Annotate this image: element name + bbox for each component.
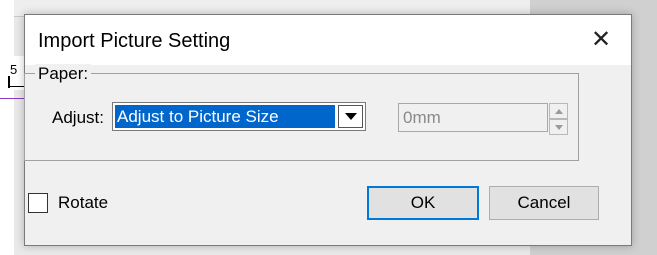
adjust-dropdown[interactable]: Adjust to Picture Size <box>112 102 366 131</box>
ok-button[interactable]: OK <box>367 186 479 220</box>
spin-up-icon[interactable] <box>549 103 568 119</box>
ruler-base-line <box>8 86 24 87</box>
background-app-left <box>0 0 14 255</box>
spin-down-icon[interactable] <box>549 119 568 135</box>
dialog-titlebar[interactable]: Import Picture Setting ✕ <box>25 15 631 65</box>
adjust-dropdown-value[interactable]: Adjust to Picture Size <box>115 105 335 128</box>
adjust-label: Adjust: <box>52 108 104 127</box>
ruler-tick-label: 5 <box>10 62 18 77</box>
dialog-title: Import Picture Setting <box>38 30 231 52</box>
rotate-label[interactable]: Rotate <box>58 193 108 213</box>
paper-group-legend: Paper: <box>35 64 92 84</box>
size-spinner[interactable] <box>549 103 568 135</box>
size-input[interactable]: 0mm <box>398 103 548 132</box>
chevron-down-icon[interactable] <box>338 105 363 128</box>
background-guide-line <box>0 98 24 99</box>
cancel-button[interactable]: Cancel <box>489 186 599 220</box>
rotate-checkbox[interactable] <box>28 193 48 213</box>
close-icon[interactable]: ✕ <box>579 21 623 59</box>
